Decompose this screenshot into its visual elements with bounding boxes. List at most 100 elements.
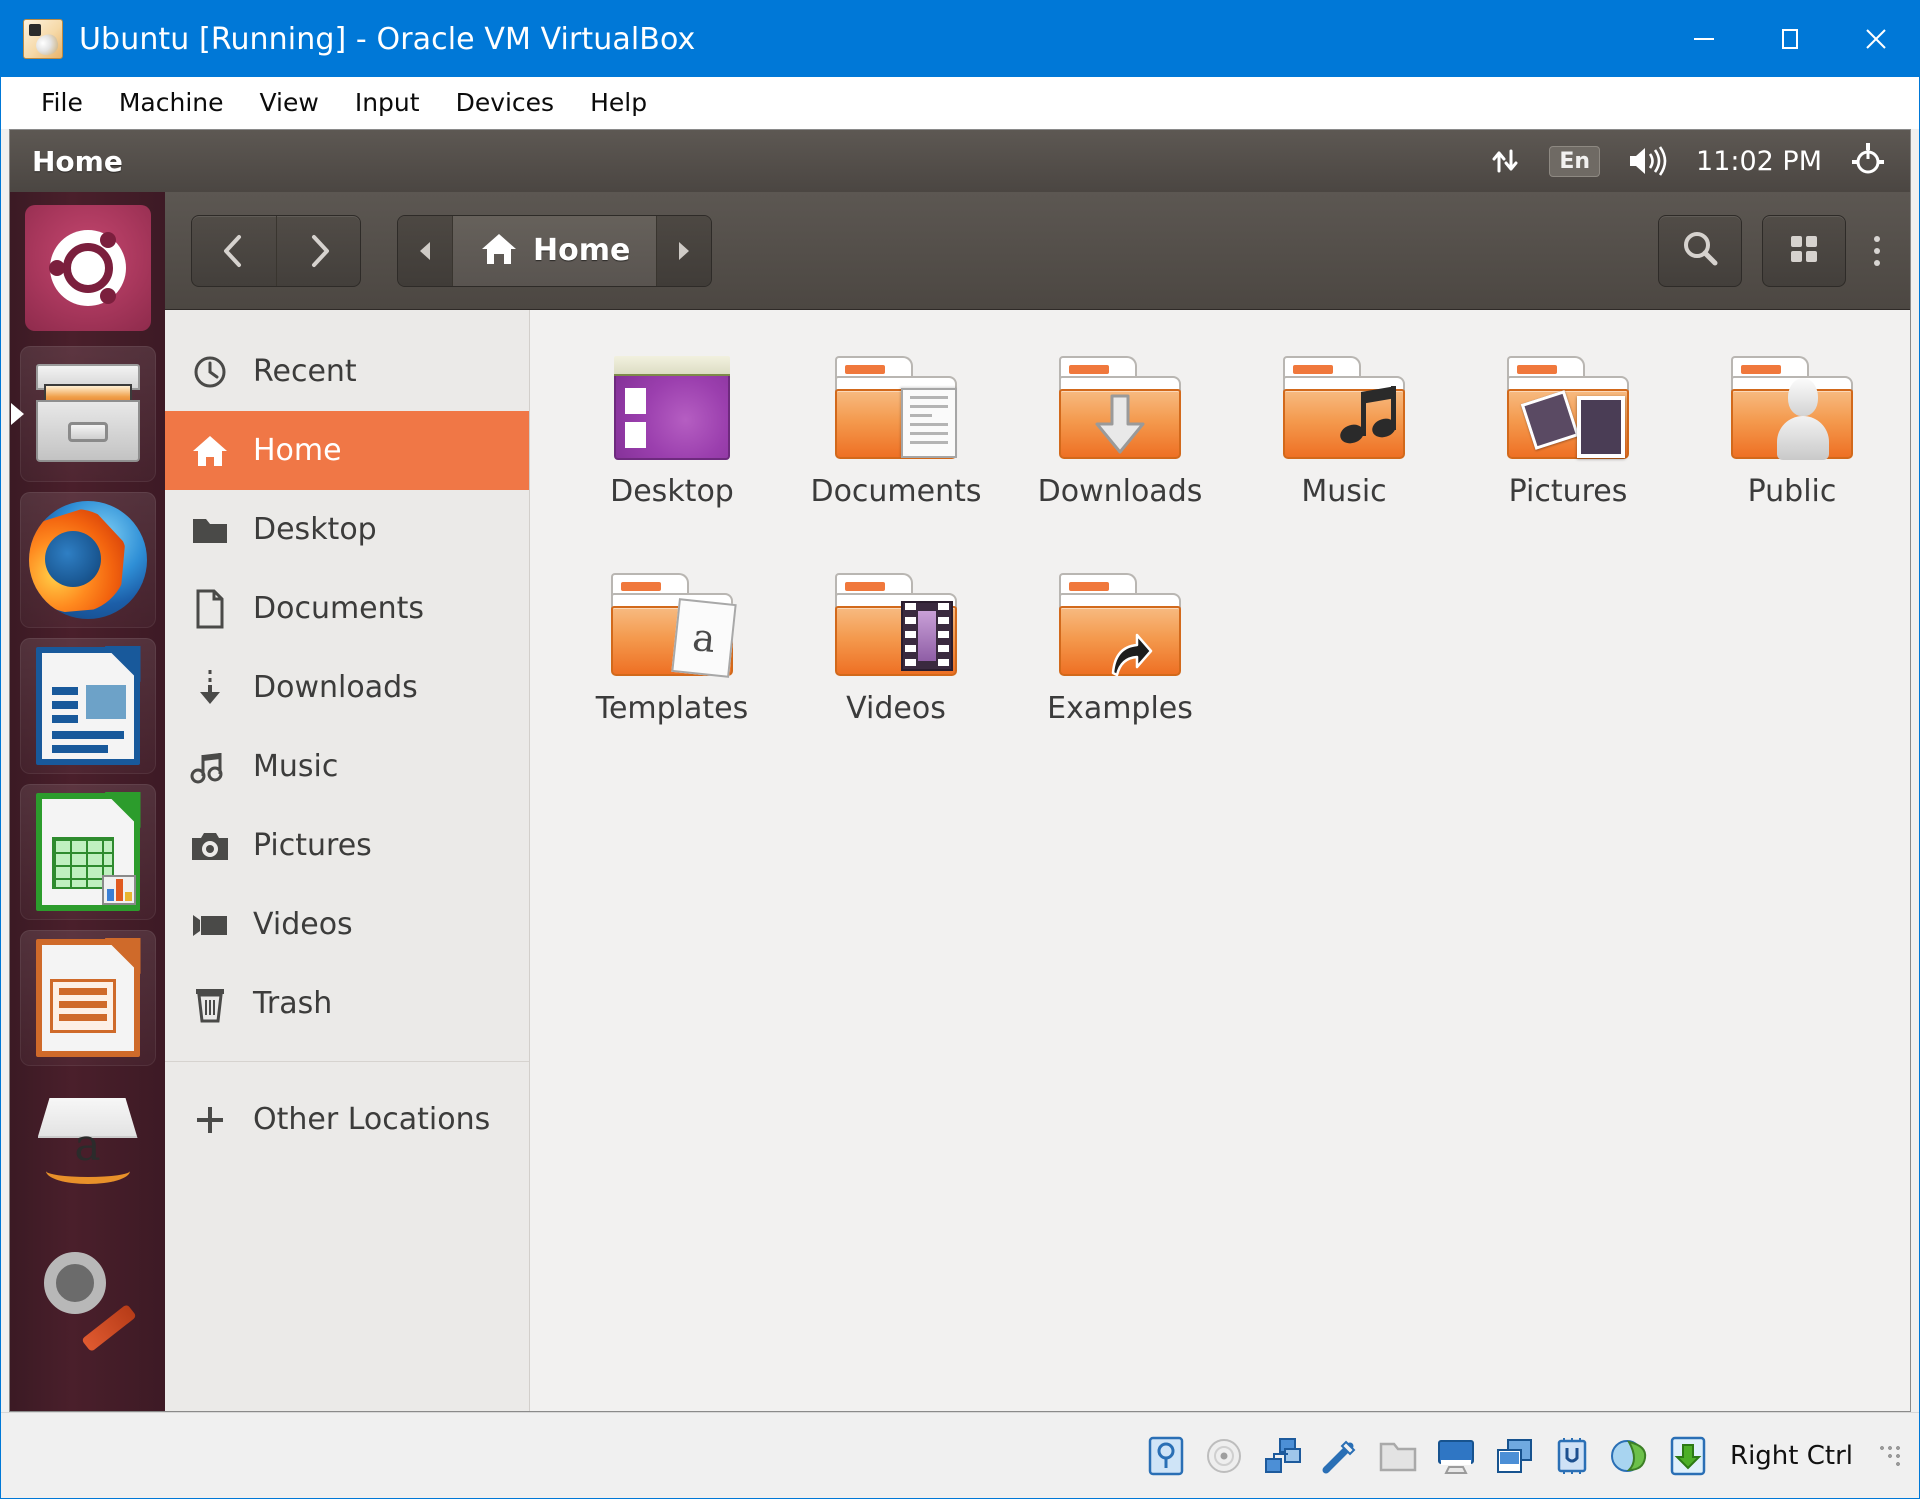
file-label: Videos (846, 691, 946, 726)
folder-templates-icon: a (609, 573, 735, 677)
sidebar-item-label: Downloads (253, 670, 418, 705)
sidebar-item-downloads[interactable]: Downloads (165, 648, 529, 727)
guest-screen: Home En (9, 129, 1911, 1412)
sidebar-item-music[interactable]: Music (165, 727, 529, 806)
navigation-buttons (191, 215, 361, 287)
virtualbox-window: Ubuntu [Running] - Oracle VM VirtualBox … (0, 0, 1920, 1499)
unity-indicators: En 11:02 PM (1487, 141, 1910, 181)
network-indicator[interactable] (1487, 143, 1523, 179)
file-item-downloads[interactable]: Downloads (1008, 340, 1232, 509)
path-expand-button[interactable] (657, 216, 711, 286)
file-label: Pictures (1509, 474, 1628, 509)
search-icon (1679, 228, 1721, 274)
launcher-libreoffice-writer[interactable] (20, 638, 156, 774)
file-item-pictures[interactable]: Pictures (1456, 340, 1680, 509)
close-button[interactable] (1833, 1, 1919, 77)
writer-icon (36, 647, 140, 765)
sidebar-item-desktop[interactable]: Desktop (165, 490, 529, 569)
sidebar-item-label: Home (253, 433, 342, 468)
unity-launcher: a (10, 192, 165, 1411)
menu-input[interactable]: Input (337, 88, 438, 117)
network-icon[interactable] (1260, 1434, 1304, 1478)
minimize-button[interactable] (1661, 1, 1747, 77)
folder-documents-icon (833, 356, 959, 460)
settings-icon (36, 1238, 140, 1342)
file-item-documents[interactable]: Documents (784, 340, 1008, 509)
menu-dots-icon (1874, 260, 1880, 266)
folder-symlink-icon (1057, 573, 1183, 677)
optical-disk-icon[interactable] (1202, 1434, 1246, 1478)
breadcrumb-item-home[interactable]: Home (452, 216, 657, 286)
nautilus-headerbar: Home (165, 192, 1910, 310)
sidebar-item-documents[interactable]: Documents (165, 569, 529, 648)
path-collapse-button[interactable] (398, 216, 452, 286)
sidebar-item-label: Recent (253, 354, 357, 389)
clock-indicator[interactable]: 11:02 PM (1696, 146, 1822, 177)
view-grid-button[interactable] (1762, 215, 1846, 287)
icon-wrap (1055, 557, 1185, 677)
mouse-capture-icon[interactable] (1666, 1434, 1710, 1478)
file-item-templates[interactable]: a Templates (560, 557, 784, 726)
sidebar-item-videos[interactable]: Videos (165, 885, 529, 964)
sidebar-item-other-locations[interactable]: Other Locations (165, 1080, 529, 1159)
recording-icon[interactable] (1492, 1434, 1536, 1478)
sidebar-item-label: Music (253, 749, 338, 784)
window-controls (1661, 1, 1919, 77)
nautilus-body: Recent Home (165, 310, 1910, 1411)
search-button[interactable] (1658, 215, 1742, 287)
maximize-button[interactable] (1747, 1, 1833, 77)
file-manager-window: Home (165, 192, 1910, 1411)
launcher-libreoffice-calc[interactable] (20, 784, 156, 920)
ubuntu-dash-button[interactable] (20, 200, 156, 336)
launcher-amazon[interactable]: a (20, 1076, 156, 1212)
icon-wrap (1503, 340, 1633, 460)
app-menu-button[interactable] (1866, 215, 1888, 287)
impress-icon (36, 939, 140, 1057)
shared-folder-icon[interactable] (1376, 1434, 1420, 1478)
keyboard-layout-indicator[interactable]: En (1549, 146, 1600, 177)
display-icon[interactable] (1434, 1434, 1478, 1478)
menu-dots-icon (1874, 236, 1880, 242)
file-label: Documents (810, 474, 981, 509)
sidebar-item-home[interactable]: Home (165, 411, 529, 490)
menu-file[interactable]: File (23, 88, 101, 117)
back-button[interactable] (192, 216, 276, 286)
running-indicator-icon (11, 403, 24, 425)
launcher-firefox[interactable] (20, 492, 156, 628)
menu-devices[interactable]: Devices (438, 88, 573, 117)
virtualbox-icon (23, 19, 63, 59)
launcher-system-settings[interactable] (20, 1222, 156, 1358)
sidebar-item-pictures[interactable]: Pictures (165, 806, 529, 885)
sidebar-divider (165, 1061, 529, 1062)
menu-help[interactable]: Help (572, 88, 665, 117)
forward-button[interactable] (276, 216, 360, 286)
plus-icon (189, 1101, 231, 1139)
session-indicator[interactable] (1848, 141, 1888, 181)
guest-additions-icon[interactable] (1608, 1434, 1652, 1478)
sidebar-item-trash[interactable]: Trash (165, 964, 529, 1043)
menu-view[interactable]: View (242, 88, 337, 117)
file-label: Downloads (1038, 474, 1203, 509)
launcher-files[interactable] (20, 346, 156, 482)
file-icon-view: Desktop Documents (530, 310, 1910, 1411)
sidebar-item-recent[interactable]: Recent (165, 332, 529, 411)
vbox-statusbar: Right Ctrl (1, 1412, 1919, 1498)
video-camera-icon (189, 910, 231, 940)
sound-indicator[interactable] (1626, 143, 1670, 179)
header-right-tools (1658, 215, 1888, 287)
menu-machine[interactable]: Machine (101, 88, 242, 117)
hard-disk-icon[interactable] (1144, 1434, 1188, 1478)
file-item-videos[interactable]: Videos (784, 557, 1008, 726)
launcher-software-center[interactable] (20, 1368, 156, 1411)
resize-grip[interactable] (1879, 1445, 1901, 1467)
file-item-public[interactable]: Public (1680, 340, 1904, 509)
usb-icon[interactable] (1318, 1434, 1362, 1478)
file-item-desktop[interactable]: Desktop (560, 340, 784, 509)
sidebar-item-label: Pictures (253, 828, 372, 863)
launcher-libreoffice-impress[interactable] (20, 930, 156, 1066)
menu-dots-icon (1874, 248, 1880, 254)
file-item-examples[interactable]: Examples (1008, 557, 1232, 726)
cpu-icon[interactable] (1550, 1434, 1594, 1478)
file-manager-icon (32, 364, 144, 464)
file-item-music[interactable]: Music (1232, 340, 1456, 509)
